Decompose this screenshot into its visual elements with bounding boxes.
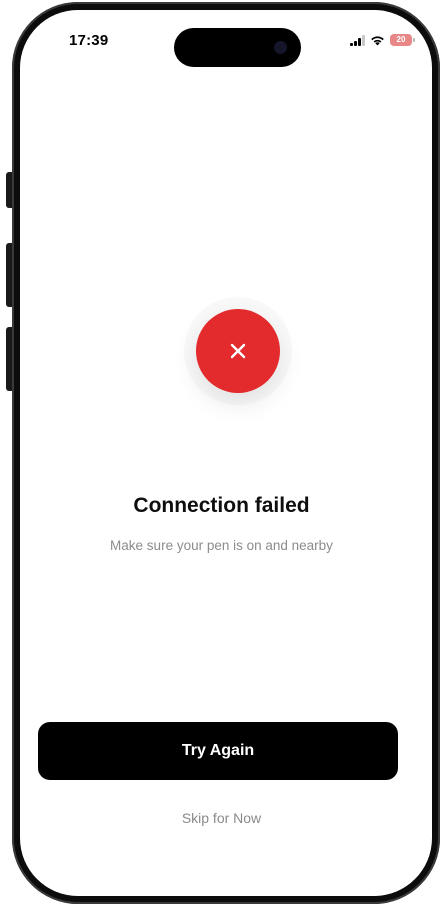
device-stage: 17:39 20 Connection failed Make sure you… xyxy=(0,0,443,909)
signal-icon xyxy=(350,34,365,46)
skip-for-now-link[interactable]: Skip for Now xyxy=(0,810,443,826)
close-icon xyxy=(230,343,246,359)
status-icons: 20 xyxy=(350,34,415,46)
try-again-button[interactable]: Try Again xyxy=(38,722,398,780)
error-title: Connection failed xyxy=(133,494,310,517)
battery-icon: 20 xyxy=(390,34,415,46)
battery-level: 20 xyxy=(396,35,406,44)
error-badge xyxy=(196,309,280,393)
camera-icon xyxy=(274,41,287,54)
status-time: 17:39 xyxy=(69,32,109,49)
wifi-icon xyxy=(370,35,385,46)
dynamic-island xyxy=(174,28,301,67)
error-message: Make sure your pen is on and nearby xyxy=(110,538,333,553)
